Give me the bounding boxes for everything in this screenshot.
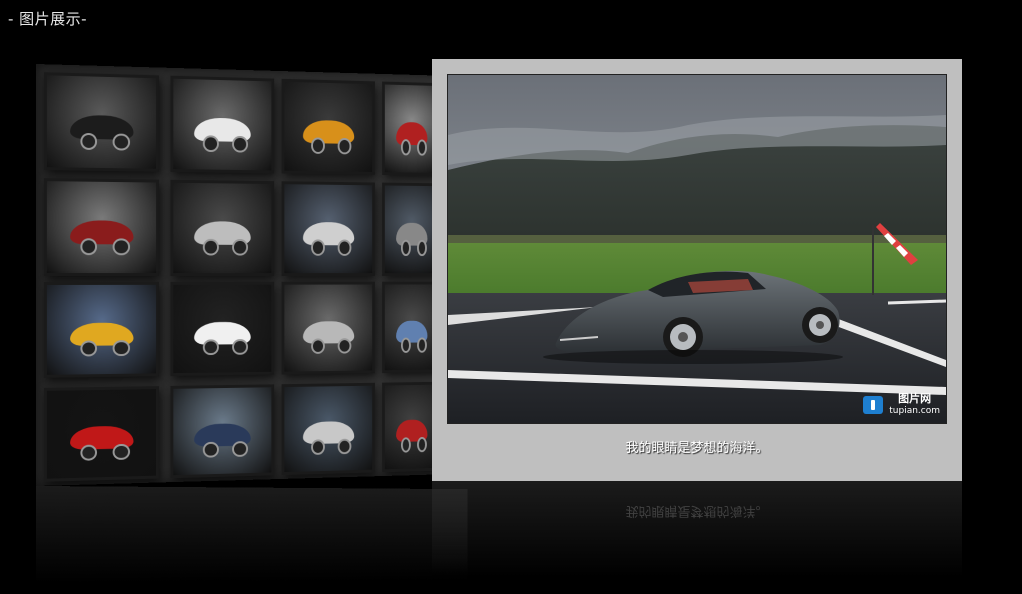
wheel-shape — [337, 438, 352, 455]
wheel-shape — [337, 239, 352, 256]
featured-photo[interactable]: 图片网 tupian.com — [447, 74, 947, 424]
thumb-yellow-lamborghini[interactable] — [43, 281, 159, 378]
wheel-shape — [417, 436, 428, 453]
wheel-shape — [337, 137, 352, 155]
wheel-shape — [79, 238, 98, 256]
featured-car-image — [448, 75, 946, 423]
wheel-shape — [337, 337, 352, 355]
wheel-shape — [79, 444, 98, 461]
wheel-shape — [310, 338, 326, 355]
watermark: 图片网 tupian.com — [863, 393, 940, 417]
thumb-silver-coupe-mountain[interactable] — [281, 181, 375, 276]
wheel-shape — [232, 239, 248, 256]
wheel-shape — [79, 132, 98, 150]
thumb-white-concept[interactable] — [170, 75, 275, 174]
wheel-shape — [417, 139, 428, 156]
page-title: - 图片展示- — [8, 10, 88, 28]
wheel-shape — [310, 239, 326, 256]
wheel-shape — [400, 239, 411, 256]
watermark-url: tupian.com — [889, 406, 940, 416]
thumb-red-bugatti[interactable] — [43, 178, 159, 276]
wheel-shape — [232, 440, 248, 457]
wheel-shape — [232, 338, 248, 356]
thumb-silver-roadster[interactable] — [170, 179, 275, 276]
wheel-shape — [112, 238, 130, 256]
viewer-reflection — [432, 481, 962, 594]
thumb-silver-convertible[interactable] — [281, 382, 375, 476]
wheel-shape — [203, 238, 219, 256]
site-logo-icon — [863, 396, 884, 414]
thumb-white-porsche[interactable] — [170, 281, 275, 377]
caption-reflection: 我的眼睛是梦想的海洋。 — [625, 503, 769, 518]
thumb-red-ferrari[interactable] — [43, 386, 159, 482]
wheel-shape — [400, 139, 411, 156]
wheel-shape — [203, 135, 219, 153]
watermark-title: 图片网 — [898, 392, 932, 405]
thumbnail-wall — [36, 64, 468, 486]
wheel-shape — [203, 339, 219, 356]
wheel-shape — [203, 441, 219, 458]
watermark-text: 图片网 tupian.com — [889, 393, 940, 417]
wheel-shape — [232, 135, 248, 153]
wheel-shape — [112, 339, 130, 357]
image-viewer: 图片网 tupian.com 我的眼睛是梦想的海洋。 — [432, 59, 962, 481]
wheel-shape — [112, 443, 130, 460]
wheel-shape — [310, 438, 326, 455]
thumbnail-wall-reflection — [36, 486, 468, 594]
thumb-black-supercar[interactable] — [43, 72, 159, 172]
wheel-shape — [400, 337, 411, 354]
photo-caption: 我的眼睛是梦想的海洋。 — [625, 441, 769, 456]
wheel-shape — [417, 337, 428, 354]
wheel-shape — [417, 239, 428, 256]
wheel-shape — [79, 340, 98, 357]
wheel-shape — [310, 137, 326, 154]
wheel-shape — [112, 133, 130, 151]
thumb-orange-supercar[interactable] — [281, 78, 375, 175]
wheel-shape — [400, 436, 411, 453]
thumb-blue-beetle[interactable] — [170, 384, 275, 479]
thumb-silver-alfa[interactable] — [281, 281, 375, 375]
